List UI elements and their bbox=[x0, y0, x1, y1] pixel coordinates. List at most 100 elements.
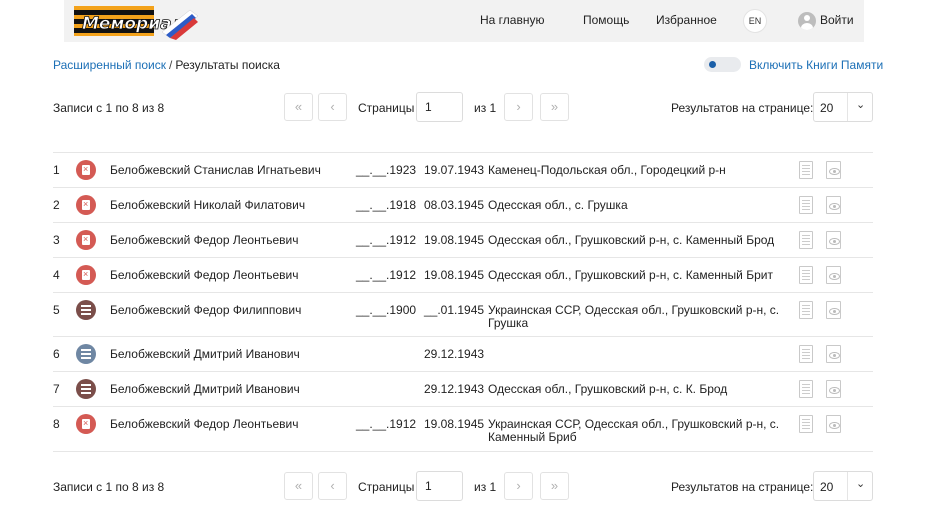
row-number: 2 bbox=[53, 198, 60, 212]
view-document-icon[interactable] bbox=[826, 231, 841, 249]
row-number: 7 bbox=[53, 382, 60, 396]
view-document-icon[interactable] bbox=[826, 345, 841, 363]
birth-date: __.__.1923 bbox=[356, 163, 417, 177]
view-document-icon[interactable] bbox=[826, 415, 841, 433]
person-name[interactable]: Белобжевский Федор Филиппович bbox=[110, 304, 301, 317]
table-row[interactable]: 7 Белобжевский Дмитрий Иванович 29.12.19… bbox=[53, 372, 873, 407]
per-page-value: 20 bbox=[820, 101, 834, 115]
memory-books-toggle[interactable] bbox=[704, 57, 741, 72]
list-record-icon bbox=[76, 344, 96, 364]
page-of-label: из 1 bbox=[474, 101, 497, 115]
breadcrumb-current: Результаты поиска bbox=[175, 58, 280, 72]
per-page-label: Результатов на странице: bbox=[671, 480, 814, 494]
death-date: 19.08.1945 bbox=[424, 417, 485, 431]
breadcrumb-separator: / bbox=[169, 58, 173, 72]
table-row[interactable]: 5 Белобжевский Федор Филиппович __.__.19… bbox=[53, 293, 873, 337]
prev-page-button[interactable]: ‹ bbox=[318, 93, 347, 121]
page-input[interactable] bbox=[416, 471, 463, 501]
document-icon[interactable] bbox=[799, 301, 813, 319]
pages-label: Страницы bbox=[358, 101, 415, 115]
place: Одесская обл., Грушковский р-н, с. Камен… bbox=[488, 268, 773, 282]
page-of-label: из 1 bbox=[474, 480, 497, 494]
document-icon[interactable] bbox=[799, 345, 813, 363]
row-number: 5 bbox=[53, 303, 60, 317]
breadcrumb-advanced-search[interactable]: Расширенный поиск bbox=[53, 58, 166, 72]
place: Украинская ССР, Одесская обл., Грушковск… bbox=[488, 417, 780, 444]
table-row[interactable]: 4 Белобжевский Федор Леонтьевич __.__.19… bbox=[53, 258, 873, 293]
memorial-logo[interactable]: Мемориал bbox=[72, 2, 200, 40]
checklist-record-icon bbox=[76, 379, 96, 399]
person-name[interactable]: Белобжевский Дмитрий Иванович bbox=[110, 348, 300, 361]
first-page-button[interactable]: « bbox=[284, 93, 313, 121]
document-icon[interactable] bbox=[799, 380, 813, 398]
breadcrumb: Расширенный поиск / Результаты поиска bbox=[53, 58, 280, 72]
per-page-select[interactable]: 20 ⌄ bbox=[813, 471, 873, 501]
place: Каменец-Подольская обл., Городецкий р-н bbox=[488, 163, 726, 177]
row-number: 3 bbox=[53, 233, 60, 247]
per-page-select[interactable]: 20 ⌄ bbox=[813, 92, 873, 122]
toggle-knob bbox=[709, 61, 716, 68]
view-document-icon[interactable] bbox=[826, 266, 841, 284]
chevron-down-icon: ⌄ bbox=[856, 478, 866, 490]
next-page-button[interactable]: › bbox=[504, 93, 533, 121]
table-row[interactable]: 2 Белобжевский Николай Филатович __.__.1… bbox=[53, 188, 873, 223]
place: Украинская ССР, Одесская обл., Грушковск… bbox=[488, 303, 780, 330]
pagination-top: Записи с 1 по 8 из 8 « ‹ Страницы из 1 ›… bbox=[0, 92, 944, 123]
first-page-button[interactable]: « bbox=[284, 472, 313, 500]
per-page-label: Результатов на странице: bbox=[671, 101, 814, 115]
document-icon[interactable] bbox=[799, 415, 813, 433]
row-number: 8 bbox=[53, 417, 60, 431]
results-table: 1 Белобжевский Станислав Игнатьевич __._… bbox=[53, 152, 873, 452]
next-page-button[interactable]: › bbox=[504, 472, 533, 500]
row-number: 1 bbox=[53, 163, 60, 177]
site-header: Мемориал На главную Помощь Избранное EN … bbox=[64, 0, 864, 42]
prev-page-button[interactable]: ‹ bbox=[318, 472, 347, 500]
death-date: __.01.1945 bbox=[424, 303, 485, 317]
person-name[interactable]: Белобжевский Николай Филатович bbox=[110, 199, 305, 212]
view-document-icon[interactable] bbox=[826, 301, 841, 319]
user-icon[interactable] bbox=[798, 12, 816, 30]
killed-record-icon bbox=[76, 265, 96, 285]
login-link[interactable]: Войти bbox=[820, 13, 854, 27]
place: Одесская обл., Грушковский р-н, с. Камен… bbox=[488, 233, 775, 247]
person-name[interactable]: Белобжевский Федор Леонтьевич bbox=[110, 418, 298, 431]
document-icon[interactable] bbox=[799, 161, 813, 179]
death-date: 19.08.1945 bbox=[424, 233, 485, 247]
birth-date: __.__.1912 bbox=[356, 233, 417, 247]
place: Одесская обл., с. Грушка bbox=[488, 198, 628, 212]
memory-books-label[interactable]: Включить Книги Памяти bbox=[749, 58, 883, 72]
document-icon[interactable] bbox=[799, 231, 813, 249]
person-name[interactable]: Белобжевский Дмитрий Иванович bbox=[110, 383, 300, 396]
person-name[interactable]: Белобжевский Станислав Игнатьевич bbox=[110, 164, 321, 177]
row-number: 6 bbox=[53, 347, 60, 361]
chevron-down-icon: ⌄ bbox=[856, 99, 866, 111]
document-icon[interactable] bbox=[799, 196, 813, 214]
language-switch[interactable]: EN bbox=[743, 9, 767, 33]
last-page-button[interactable]: » bbox=[540, 472, 569, 500]
page-input[interactable] bbox=[416, 92, 463, 122]
select-divider bbox=[847, 472, 848, 500]
per-page-value: 20 bbox=[820, 480, 834, 494]
birth-date: __.__.1912 bbox=[356, 268, 417, 282]
nav-home[interactable]: На главную bbox=[480, 13, 544, 27]
nav-favorites[interactable]: Избранное bbox=[656, 13, 717, 27]
view-document-icon[interactable] bbox=[826, 196, 841, 214]
birth-date: __.__.1912 bbox=[356, 417, 417, 431]
person-name[interactable]: Белобжевский Федор Леонтьевич bbox=[110, 269, 298, 282]
pages-label: Страницы bbox=[358, 480, 415, 494]
view-document-icon[interactable] bbox=[826, 161, 841, 179]
person-name[interactable]: Белобжевский Федор Леонтьевич bbox=[110, 234, 298, 247]
table-row[interactable]: 8 Белобжевский Федор Леонтьевич __.__.19… bbox=[53, 407, 873, 452]
records-count: Записи с 1 по 8 из 8 bbox=[53, 101, 165, 115]
last-page-button[interactable]: » bbox=[540, 93, 569, 121]
death-date: 29.12.1943 bbox=[424, 347, 485, 361]
table-row[interactable]: 3 Белобжевский Федор Леонтьевич __.__.19… bbox=[53, 223, 873, 258]
table-row[interactable]: 6 Белобжевский Дмитрий Иванович 29.12.19… bbox=[53, 337, 873, 372]
select-divider bbox=[847, 93, 848, 121]
killed-record-icon bbox=[76, 414, 96, 434]
document-icon[interactable] bbox=[799, 266, 813, 284]
death-date: 19.07.1943 bbox=[424, 163, 485, 177]
table-row[interactable]: 1 Белобжевский Станислав Игнатьевич __._… bbox=[53, 153, 873, 188]
nav-help[interactable]: Помощь bbox=[583, 13, 629, 27]
view-document-icon[interactable] bbox=[826, 380, 841, 398]
